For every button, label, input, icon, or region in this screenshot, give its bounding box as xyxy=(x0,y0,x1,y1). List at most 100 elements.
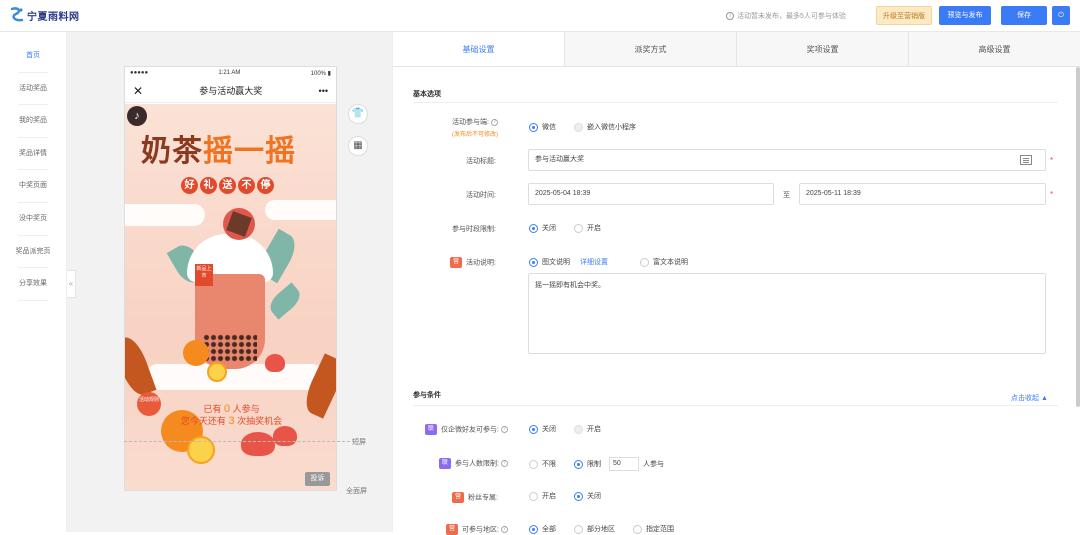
sidebar-item-lose-page[interactable]: 没中奖页 xyxy=(0,203,66,236)
radio-fans-on[interactable] xyxy=(529,491,538,501)
upgrade-button[interactable]: 升级至营销版 xyxy=(876,6,932,25)
radio-region-range[interactable] xyxy=(633,524,642,534)
help-icon[interactable]: ? xyxy=(501,426,508,433)
short-screen-guide xyxy=(124,441,350,442)
desc-label-text: 活动说明: xyxy=(466,259,496,267)
participant-limit-radio-group: 不限 限制 50 人参与 xyxy=(529,457,664,471)
activity-poster[interactable]: ♪ 奶茶摇一摇 好 礼 送 不 停 新品上市 活动规则 已有 0 人参与 您今天… xyxy=(125,104,336,490)
publish-status-note: i 活动暂未发布，最多5人可参与体验 xyxy=(726,11,846,21)
end-time-input[interactable]: 2025-05-11 18:39 xyxy=(799,183,1046,205)
participant-limit-label-text: 参与人数限制: xyxy=(455,460,499,468)
radio-wechat[interactable] xyxy=(529,122,538,132)
close-icon[interactable]: ✕ xyxy=(133,84,143,98)
joined-prefix: 已有 xyxy=(203,404,222,414)
subtitle-char: 送 xyxy=(219,177,236,194)
radio-region-all-label: 全部 xyxy=(542,526,556,533)
participant-count-input[interactable]: 50 xyxy=(609,457,639,471)
linked-badge-icon: 联 xyxy=(425,424,438,435)
region-radio-group: 全部 部分地区 指定范围 xyxy=(529,524,674,534)
chances-prefix: 您今天还有 xyxy=(180,416,226,426)
tab-basic-settings[interactable]: 基础设置 xyxy=(393,32,565,66)
radio-mini-program[interactable] xyxy=(574,122,583,132)
preview-publish-button[interactable]: 预览与发布 xyxy=(939,6,991,25)
activity-title-input[interactable]: 参与活动赢大奖 xyxy=(528,149,1046,171)
tab-prize-settings[interactable]: 奖项设置 xyxy=(737,32,909,66)
music-icon[interactable]: ♪ xyxy=(127,106,147,126)
sidebar-item-win-page[interactable]: 中奖页面 xyxy=(0,170,66,203)
panel-divider xyxy=(392,32,393,532)
grid-icon[interactable]: ▦ xyxy=(348,136,368,156)
radio-period-off[interactable] xyxy=(529,223,538,233)
linked-badge-icon: 联 xyxy=(439,458,452,469)
help-icon[interactable]: ? xyxy=(501,460,508,467)
fans-only-label: 营粉丝专属: xyxy=(378,492,498,503)
radio-limited[interactable] xyxy=(574,459,583,469)
radio-image-text-label: 图文说明 xyxy=(542,259,570,266)
radio-region-range-label: 指定范围 xyxy=(646,526,674,533)
radio-region-partial[interactable] xyxy=(574,524,583,534)
radio-unlimited[interactable] xyxy=(529,459,538,469)
tab-advanced-settings[interactable]: 高级设置 xyxy=(909,32,1080,66)
product-tag: 新品上市 xyxy=(195,264,213,286)
strawberry-decoration xyxy=(265,354,285,372)
poster-title-part-b: 摇一摇 xyxy=(203,134,296,169)
tab-award-method[interactable]: 派奖方式 xyxy=(565,32,737,66)
desc-radio-group: 图文说明 详细设置 富文本说明 xyxy=(529,257,688,267)
radio-friend-off[interactable] xyxy=(529,424,538,434)
sidebar-item-prizes[interactable]: 活动奖品 xyxy=(0,73,66,106)
radio-fans-off-label: 关闭 xyxy=(587,493,601,500)
section-divider xyxy=(413,102,1058,103)
complaint-button[interactable]: 投诉 xyxy=(305,472,330,486)
strawberry-decoration xyxy=(241,432,275,456)
platform-label-text: 活动参与端: xyxy=(452,119,489,126)
desc-label: 营活动说明: xyxy=(376,257,496,268)
poster-subtitle: 好 礼 送 不 停 xyxy=(181,177,274,194)
sidebar-item-my-prizes[interactable]: 我的奖品 xyxy=(0,105,66,138)
required-mark: * xyxy=(1050,190,1054,199)
logo-text: 宁夏雨料网 xyxy=(27,11,80,23)
platform-radio-group: 微信 嵌入微信小程序 xyxy=(529,122,636,132)
start-time-input[interactable]: 2025-05-04 18:39 xyxy=(528,183,774,205)
settings-scrollbar[interactable] xyxy=(1076,67,1080,407)
activity-description-textarea[interactable]: 摇一摇即有机会中奖。 xyxy=(528,273,1046,354)
fans-only-label-text: 粉丝专属: xyxy=(468,494,498,502)
more-icon[interactable]: ••• xyxy=(319,86,328,96)
sidebar-item-home[interactable]: 首页 xyxy=(0,40,66,73)
sidebar-collapse-icon[interactable]: « xyxy=(67,270,76,298)
subtitle-char: 好 xyxy=(181,177,198,194)
cloud-decoration xyxy=(125,204,205,226)
power-icon[interactable]: ⏻ xyxy=(1052,6,1070,25)
phone-status-bar: ●●●●● 1:21 AM 100% ▮ xyxy=(125,67,336,79)
tapioca-pearls xyxy=(203,334,257,362)
radio-image-text[interactable] xyxy=(529,257,538,267)
shirt-icon[interactable]: 👕 xyxy=(348,104,368,124)
radio-mini-program-label: 嵌入微信小程序 xyxy=(587,124,636,131)
subtitle-char: 礼 xyxy=(200,177,217,194)
short-screen-label: 短屏 xyxy=(352,439,366,446)
preview-tools: 👕 ▦ xyxy=(348,104,368,168)
required-mark: * xyxy=(1050,156,1054,165)
radio-period-on[interactable] xyxy=(574,223,583,233)
help-icon[interactable]: ? xyxy=(491,118,498,126)
detail-settings-link[interactable]: 详细设置 xyxy=(580,257,608,267)
phone-nav-bar: ✕ 参与活动赢大奖 ••• xyxy=(125,79,336,103)
sidebar-item-share[interactable]: 分享效果 xyxy=(0,268,66,301)
radio-friend-on[interactable] xyxy=(574,424,583,434)
full-screen-label: 全面屏 xyxy=(346,488,367,495)
radio-fans-off[interactable] xyxy=(574,491,583,501)
radio-region-all[interactable] xyxy=(529,524,538,534)
radio-friend-off-label: 关闭 xyxy=(542,426,556,433)
sidebar-item-prize-detail[interactable]: 奖品详情 xyxy=(0,138,66,171)
radio-fans-on-label: 开启 xyxy=(542,493,556,500)
logo[interactable]: 宁夏雨料网 xyxy=(10,7,80,23)
sidebar-item-sold-out-page[interactable]: 奖品派完页 xyxy=(0,236,66,269)
friend-only-label-text: 仅企微好友可参与: xyxy=(441,426,499,434)
radio-rich-text[interactable] xyxy=(640,257,649,267)
save-button[interactable]: 保存 xyxy=(1001,6,1047,25)
chances-count: 3 xyxy=(228,415,235,427)
phone-page-title: 参与活动赢大奖 xyxy=(199,86,263,96)
collapse-section-link[interactable]: 点击收起 ▲ xyxy=(1011,393,1048,403)
document-icon[interactable] xyxy=(1020,155,1032,165)
signal-icon: ●●●●● xyxy=(130,70,149,76)
friend-only-label: 联仅企微好友可参与:? xyxy=(388,424,508,435)
